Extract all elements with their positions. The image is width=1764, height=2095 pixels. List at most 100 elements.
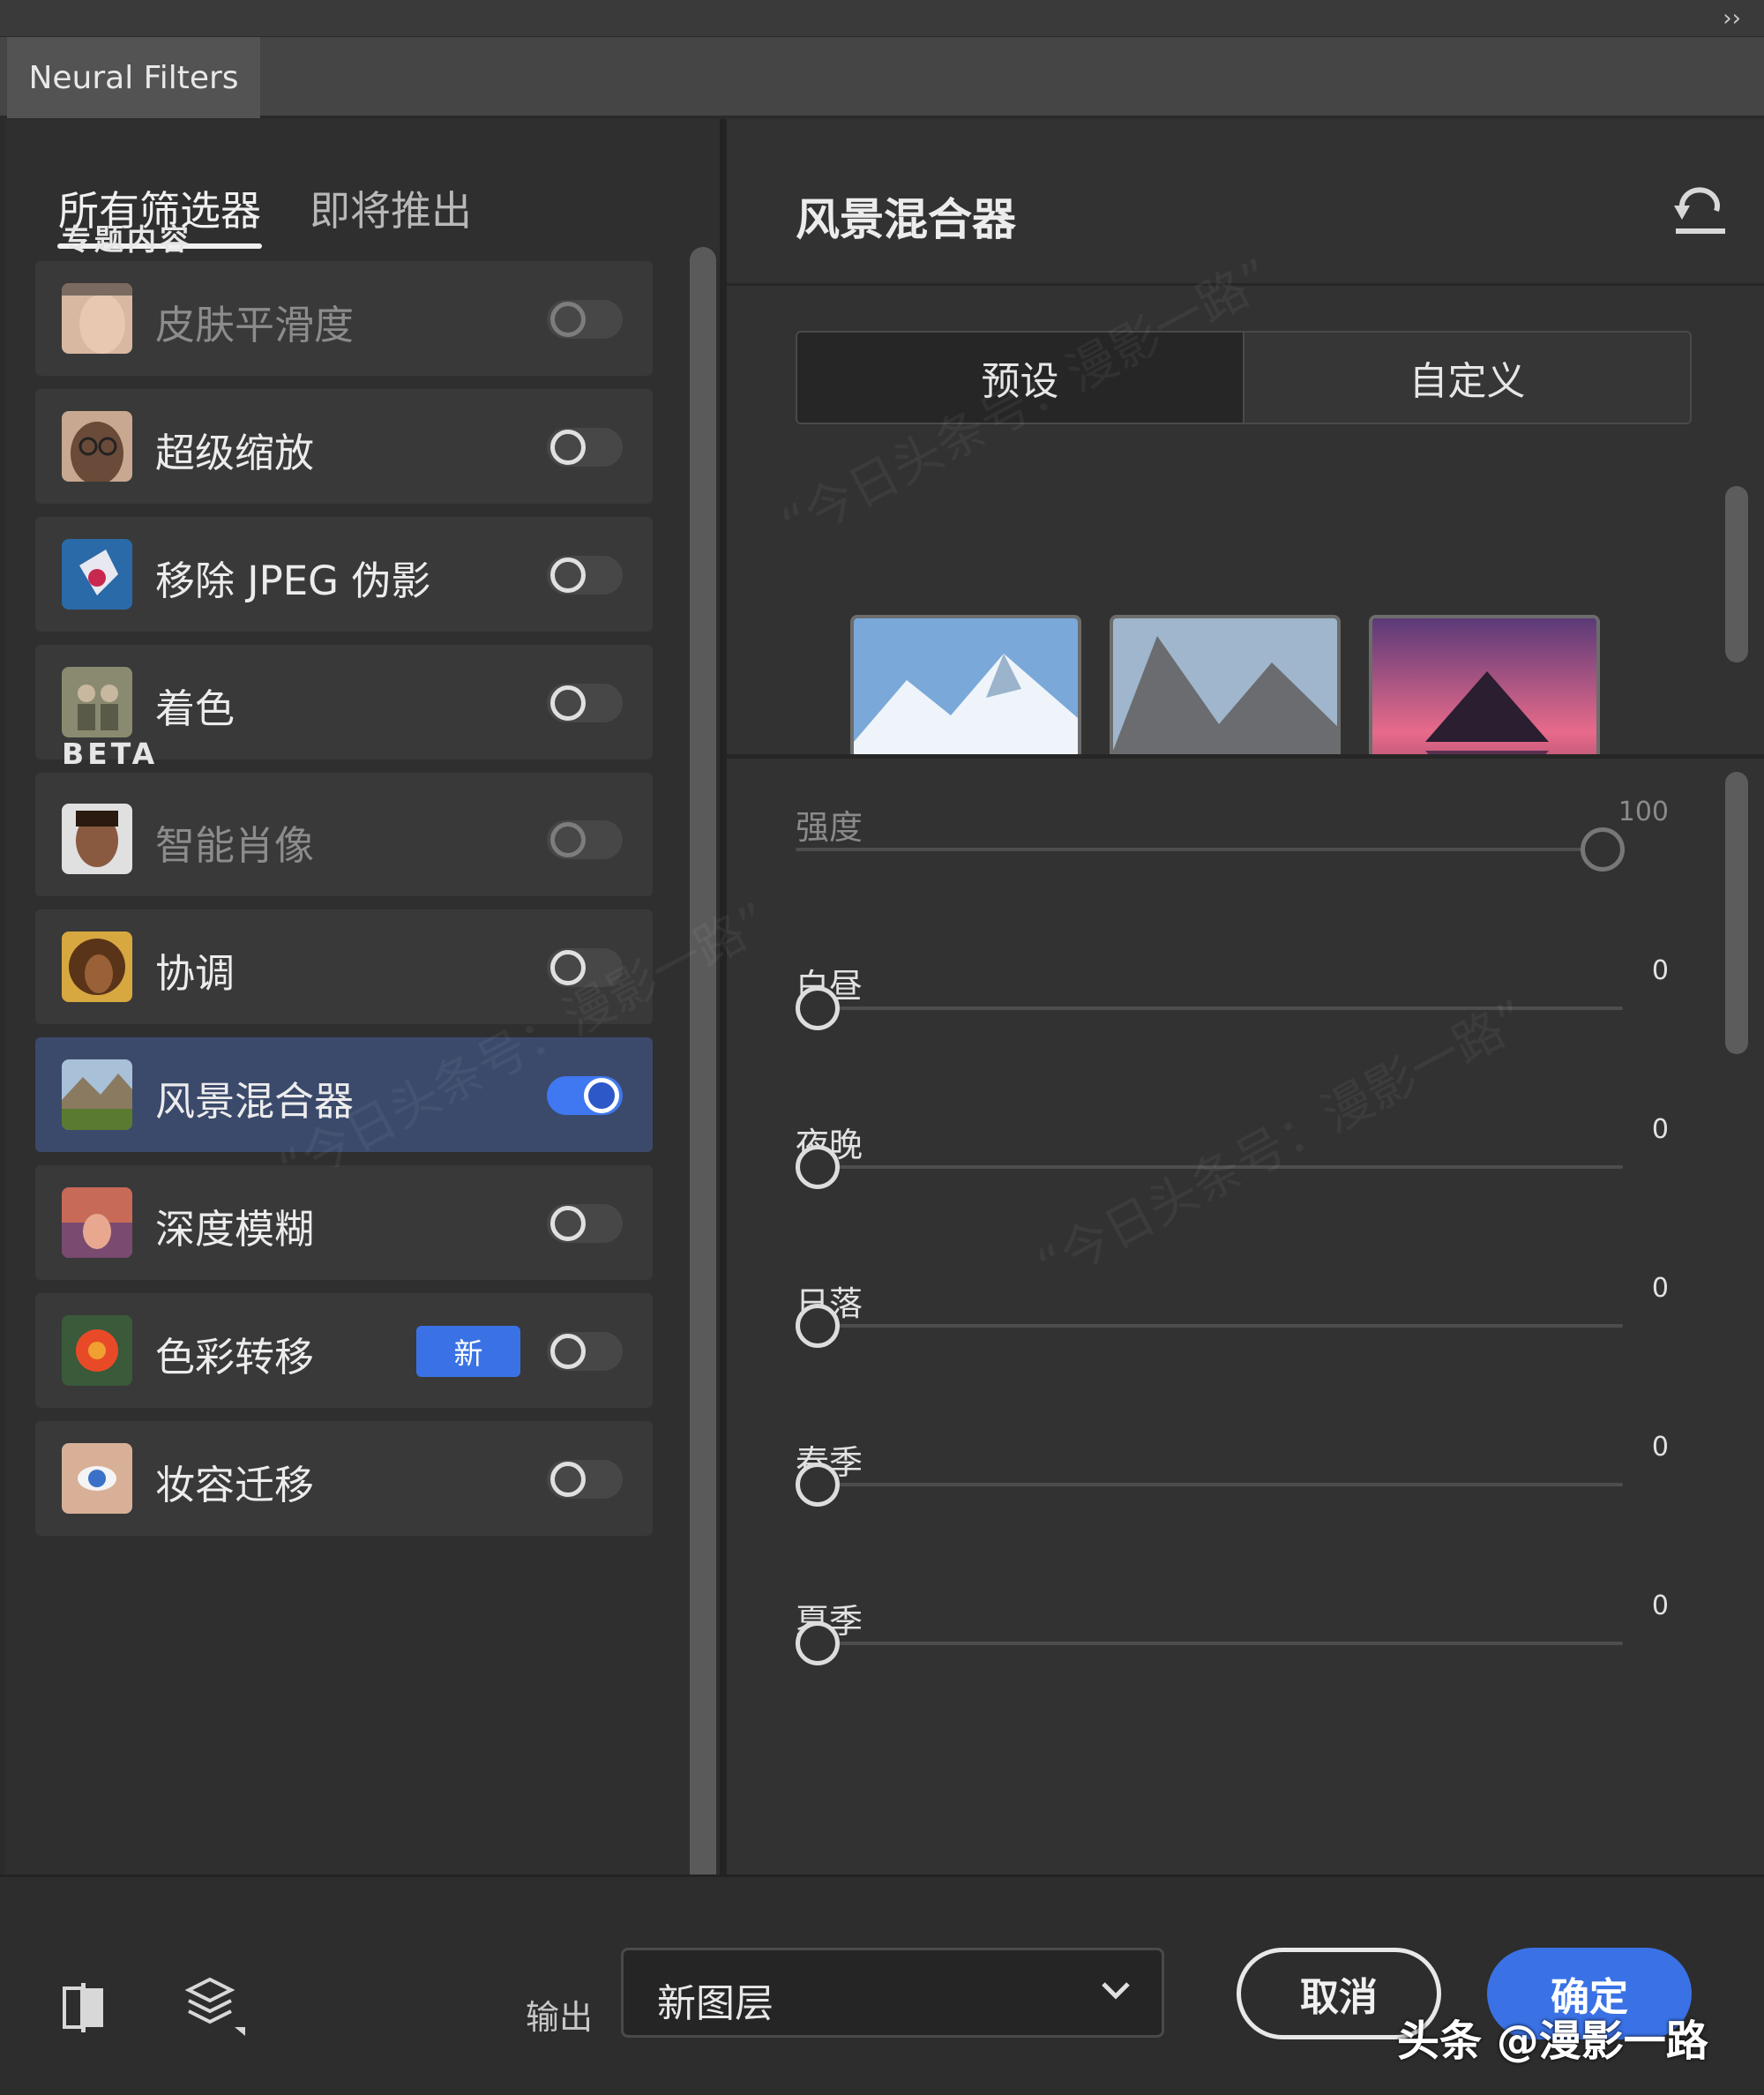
new-badge: 新	[416, 1326, 520, 1377]
filter-toggle[interactable]	[547, 1204, 623, 1243]
toggle-knob	[550, 1462, 586, 1497]
filter-label: 妆容迁移	[155, 1462, 315, 1508]
filter-toggle[interactable]	[547, 556, 623, 595]
filter-label: 协调	[155, 950, 235, 997]
colorize-thumb	[62, 667, 132, 737]
column-divider[interactable]	[720, 119, 727, 1874]
filter-toggle[interactable]	[547, 1460, 623, 1499]
filter-toggle[interactable]	[547, 300, 623, 339]
slider-label: 强度	[796, 808, 863, 847]
filter-label: 智能肖像	[155, 822, 315, 869]
collapse-panel-icon[interactable]: ››	[1723, 5, 1741, 32]
filter-toggle[interactable]	[547, 1332, 623, 1371]
filter-settings-panel: 风景混合器 预设 自定义 强度 100 白昼 0 夜晚 0 日落 0 春季 0 夏季 0	[727, 119, 1764, 1874]
filter-row[interactable]: 智能肖像	[35, 782, 653, 896]
filter-label: 移除 JPEG 伪影	[155, 557, 431, 604]
slider-value: 0	[1651, 1114, 1669, 1145]
harmonization-thumb	[62, 932, 132, 1002]
preset-grid-scrollbar[interactable]	[1725, 486, 1748, 662]
slider-track[interactable]	[796, 1642, 1623, 1645]
filter-row[interactable]: 妆容迁移	[35, 1421, 653, 1536]
sunset-peak-preset[interactable]	[1369, 615, 1600, 756]
slider-value: 100	[1618, 797, 1669, 827]
filter-label: 皮肤平滑度	[155, 302, 355, 348]
slider-track[interactable]	[796, 1324, 1623, 1328]
slider-track[interactable]	[796, 1006, 1623, 1010]
output-dropdown[interactable]: 新图层	[621, 1948, 1164, 2038]
slider-list-scrollbar[interactable]	[1725, 772, 1748, 1054]
filter-label: 超级缩放	[155, 430, 315, 476]
filter-row[interactable]: 协调	[35, 909, 653, 1024]
output-label: 输出	[526, 1998, 594, 2037]
panel-tab-row: Neural Filters	[0, 37, 1764, 118]
slider-value: 0	[1651, 1273, 1669, 1304]
skin-smoothing-thumb	[62, 283, 132, 354]
slider-knob[interactable]	[796, 1304, 840, 1348]
chevron-down-icon	[1102, 1982, 1130, 2000]
toggle-knob	[550, 302, 586, 337]
filter-toggle[interactable]	[547, 684, 623, 722]
slider-knob[interactable]	[796, 1463, 840, 1507]
makeup-transfer-thumb	[62, 1443, 132, 1514]
toggle-knob	[550, 822, 586, 857]
smart-portrait-thumb	[62, 804, 132, 874]
color-transfer-thumb	[62, 1315, 132, 1386]
filter-label: 深度模糊	[155, 1206, 315, 1253]
filter-row[interactable]: 皮肤平滑度	[35, 261, 653, 376]
filter-toggle[interactable]	[547, 428, 623, 467]
toggle-knob	[550, 430, 586, 465]
filter-label: 色彩转移	[155, 1334, 315, 1380]
mountain-valley-preset[interactable]	[1110, 615, 1341, 756]
filter-toggle[interactable]	[547, 1076, 623, 1115]
filter-toggle[interactable]	[547, 948, 623, 987]
landscape-mixer-thumb	[62, 1059, 132, 1130]
toggle-knob	[550, 950, 586, 985]
filter-row[interactable]: 风景混合器	[35, 1037, 653, 1152]
filter-toggle[interactable]	[547, 820, 623, 859]
toggle-knob	[550, 557, 586, 593]
toggle-knob	[550, 685, 586, 721]
toggle-knob	[550, 1334, 586, 1369]
depth-blur-thumb	[62, 1187, 132, 1258]
snow-lake-preset[interactable]	[850, 615, 1081, 756]
filter-row[interactable]: 移除 JPEG 伪影	[35, 517, 653, 632]
reset-icon[interactable]	[1671, 184, 1729, 237]
segment-custom[interactable]: 自定义	[1245, 333, 1690, 423]
slider-knob[interactable]	[796, 986, 840, 1030]
slider-value: 0	[1651, 955, 1669, 986]
segment-presets[interactable]: 预设	[797, 333, 1245, 423]
section-featured: 专题内容	[62, 222, 192, 257]
filter-row[interactable]: 深度模糊	[35, 1165, 653, 1280]
section-beta: BETA	[62, 737, 159, 771]
mode-segmented-control: 预设 自定义	[796, 331, 1692, 424]
slider-track[interactable]	[796, 848, 1623, 851]
filter-title: 风景混合器	[796, 194, 1016, 245]
bottom-bar: 输出 新图层 取消 确定 头条 @漫影一路	[0, 1874, 1764, 2095]
super-zoom-thumb	[62, 411, 132, 482]
jpeg-artifacts-thumb	[62, 539, 132, 610]
tab-coming-soon[interactable]: 即将推出	[310, 179, 472, 237]
filter-label: 风景混合器	[155, 1078, 355, 1125]
layers-icon[interactable]	[183, 1974, 247, 2038]
slider-knob[interactable]	[1581, 827, 1625, 872]
output-value: 新图层	[657, 1981, 774, 2026]
slider-value: 0	[1651, 1590, 1669, 1621]
slider-knob[interactable]	[796, 1621, 840, 1665]
filter-list-scrollbar[interactable]	[690, 247, 716, 1874]
filter-list-panel: 所有筛选器 即将推出 专题内容 皮肤平滑度超级缩放移除 JPEG 伪影着色样式转…	[5, 119, 720, 1874]
slider-knob[interactable]	[796, 1145, 840, 1189]
filter-row[interactable]: 超级缩放	[35, 389, 653, 504]
slider-track[interactable]	[796, 1165, 1623, 1169]
panel-tab-neural-filters[interactable]: Neural Filters	[7, 37, 260, 118]
slider-value: 0	[1651, 1432, 1669, 1463]
panel-top-bar: ››	[0, 0, 1764, 37]
author-credit: 头条 @漫影一路	[1397, 2016, 1708, 2066]
preset-grid	[727, 463, 1764, 756]
filter-label: 着色	[155, 685, 235, 732]
compare-icon[interactable]	[62, 1983, 106, 2032]
filter-row[interactable]: 色彩转移 新	[35, 1293, 653, 1408]
header-divider	[727, 283, 1764, 286]
slider-track[interactable]	[796, 1483, 1623, 1486]
toggle-knob	[584, 1078, 619, 1113]
preset-divider	[727, 754, 1764, 759]
